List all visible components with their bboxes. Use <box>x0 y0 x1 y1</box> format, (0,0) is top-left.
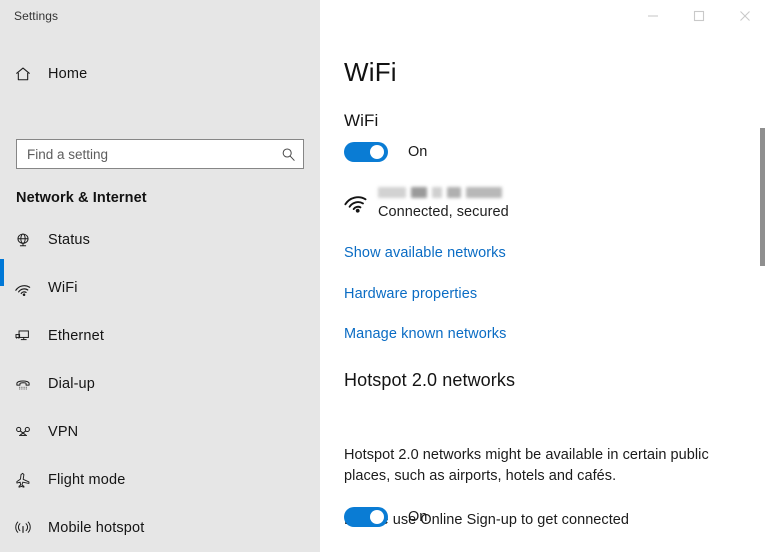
close-icon <box>740 11 750 21</box>
window-controls <box>630 0 768 32</box>
scrollbar-thumb[interactable] <box>760 128 765 266</box>
hotspot-description: Hotspot 2.0 networks might be available … <box>344 447 709 484</box>
sidebar-category-title: Network & Internet <box>16 190 147 206</box>
minimize-icon <box>648 15 658 17</box>
content-panel: WiFi WiFi On Connected, secured Show ava… <box>320 32 768 552</box>
content-scrollbar[interactable] <box>756 32 768 552</box>
title-bar: Settings <box>0 0 768 32</box>
sidebar-item-mobile-hotspot-label: Mobile hotspot <box>48 520 145 536</box>
dialup-phone-icon <box>14 375 48 393</box>
sidebar: Home Network & Internet <box>0 32 320 552</box>
sidebar-item-ethernet-label: Ethernet <box>48 328 105 344</box>
ethernet-icon <box>14 327 48 345</box>
sidebar-item-status-label: Status <box>48 232 91 248</box>
connected-network-text: Connected, secured <box>378 184 509 221</box>
hotspot-toggle-state: On <box>408 509 428 525</box>
ssid-block <box>466 186 502 198</box>
hardware-properties-link[interactable]: Hardware properties <box>344 286 477 302</box>
settings-window: Settings Home Find a setting Network & I… <box>0 0 768 552</box>
show-available-networks-link[interactable]: Show available networks <box>344 245 506 261</box>
maximize-icon <box>693 10 705 22</box>
network-ssid-redacted <box>378 185 509 199</box>
page-title: WiFi <box>344 57 397 87</box>
sidebar-item-wifi[interactable]: WiFi <box>0 274 320 302</box>
home-icon <box>14 65 48 83</box>
sidebar-item-home-label: Home <box>48 66 88 82</box>
connected-network-row[interactable]: Connected, secured <box>344 184 509 221</box>
sidebar-item-vpn-label: VPN <box>48 424 79 440</box>
airplane-icon <box>14 471 48 489</box>
search-input[interactable] <box>17 140 273 168</box>
search-box[interactable] <box>16 139 304 169</box>
wifi-icon <box>14 279 48 298</box>
maximize-button[interactable] <box>676 0 722 32</box>
status-globe-icon <box>14 231 48 249</box>
wifi-toggle-knob <box>370 145 384 159</box>
minimize-button[interactable] <box>630 0 676 32</box>
vpn-icon <box>14 423 48 441</box>
hotspot-toggle-knob <box>370 510 384 524</box>
sidebar-item-dialup-label: Dial-up <box>48 376 95 392</box>
sidebar-item-ethernet[interactable]: Ethernet <box>0 322 320 350</box>
hotspot-section-heading: Hotspot 2.0 networks <box>344 370 516 390</box>
ssid-block <box>411 186 427 198</box>
wifi-toggle[interactable] <box>344 142 388 162</box>
ssid-block <box>432 186 442 198</box>
search-icon[interactable] <box>273 147 303 162</box>
sidebar-item-status[interactable]: Status <box>0 226 320 254</box>
wifi-toggle-state: On <box>408 144 428 160</box>
sidebar-item-mobile-hotspot[interactable]: Mobile hotspot <box>0 514 320 542</box>
sidebar-item-vpn[interactable]: VPN <box>0 418 320 446</box>
sidebar-item-flight-mode-label: Flight mode <box>48 472 126 488</box>
hotspot-toggle[interactable] <box>344 507 388 527</box>
sidebar-item-dialup[interactable]: Dial-up <box>0 370 320 398</box>
ssid-block <box>378 186 406 198</box>
network-status: Connected, secured <box>378 204 509 220</box>
wifi-connected-icon <box>344 184 378 215</box>
sidebar-item-wifi-label: WiFi <box>48 280 78 296</box>
sidebar-item-flight-mode[interactable]: Flight mode <box>0 466 320 494</box>
window-title: Settings <box>14 9 59 23</box>
sidebar-item-home[interactable]: Home <box>0 60 320 88</box>
hotspot-toggle-row[interactable]: On <box>344 507 427 527</box>
close-button[interactable] <box>722 0 768 32</box>
wifi-section-heading: WiFi <box>344 111 379 130</box>
ssid-block <box>447 186 461 198</box>
manage-known-networks-link[interactable]: Manage known networks <box>344 326 507 342</box>
mobile-hotspot-icon <box>14 519 48 537</box>
wifi-toggle-row[interactable]: On <box>344 142 427 162</box>
